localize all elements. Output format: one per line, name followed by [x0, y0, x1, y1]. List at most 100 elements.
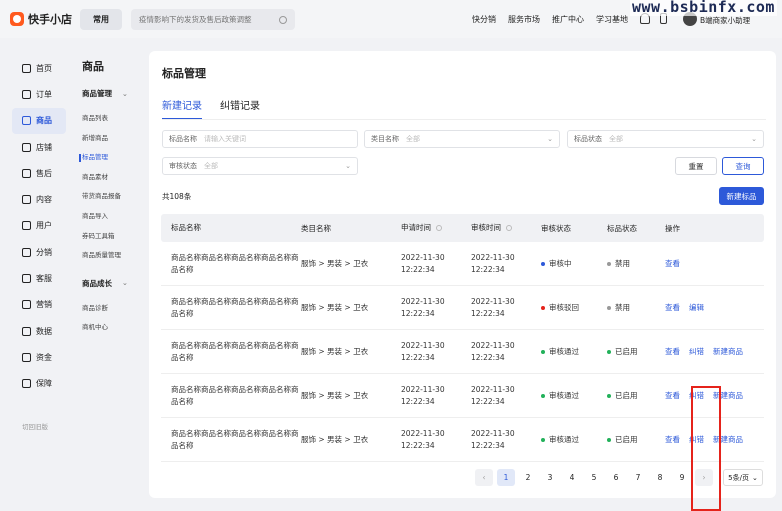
header-label: 申请时间 — [401, 223, 431, 232]
brand-logo[interactable]: 快手小店 — [10, 11, 72, 27]
subnav-group-goods-management[interactable]: 商品管理 ⌄ — [82, 88, 148, 99]
subnav-item-coupon-tools[interactable]: 券码工具箱 — [76, 227, 148, 247]
sidebar-item-home[interactable]: 首页 — [12, 55, 66, 81]
tab-correction-records[interactable]: 纠错记录 — [220, 97, 260, 120]
page-number-button[interactable]: 5 — [585, 469, 603, 486]
primary-sidebar: 首页 订单 商品 店铺 售后 内容 用户 分销 客服 营销 数据 资金 保障 — [12, 55, 66, 397]
user-name[interactable]: B端商家小助理 — [700, 15, 750, 26]
action-link[interactable]: 新建商品 — [713, 346, 743, 357]
search-input[interactable] — [139, 15, 279, 24]
table-row: 商品名称商品名称商品名称商品名称商品名称 服饰 > 男装 > 卫衣 2022-1… — [161, 330, 764, 374]
action-link[interactable]: 查看 — [665, 390, 680, 401]
page-number-button[interactable]: 7 — [629, 469, 647, 486]
cell-item-status: 禁用 — [607, 302, 665, 313]
new-standard-goods-button[interactable]: 新建标品 — [719, 187, 764, 205]
cell-actions: 查看 编辑 — [665, 302, 764, 313]
subnav-item-diagnosis[interactable]: 商品诊断 — [76, 299, 148, 319]
subnav-item-goods-import[interactable]: 商品导入 — [76, 207, 148, 227]
sidebar-item-funds[interactable]: 资金 — [12, 344, 66, 370]
action-link[interactable]: 编辑 — [689, 302, 704, 313]
subnav-group-goods-growth[interactable]: 商品成长 ⌄ — [82, 278, 148, 289]
status-dot — [541, 305, 545, 310]
table-row: 商品名称商品名称商品名称商品名称商品名称 服饰 > 男装 > 卫衣 2022-1… — [161, 286, 764, 330]
page-number-button[interactable]: 8 — [651, 469, 669, 486]
page-number-button[interactable]: 2 — [519, 469, 537, 486]
sidebar-item-data[interactable]: 数据 — [12, 318, 66, 344]
audit-date: 2022-11-30 — [471, 384, 515, 394]
subnav-item-opportunity[interactable]: 商机中心 — [76, 318, 148, 338]
sidebar-item-customer-service[interactable]: 客服 — [12, 265, 66, 291]
header-audit-time[interactable]: 审核时间 — [471, 222, 541, 234]
sidebar-item-label: 订单 — [36, 89, 52, 99]
cell-category: 服饰 > 男装 > 卫衣 — [301, 391, 369, 400]
page-number-button[interactable]: 3 — [541, 469, 559, 486]
apply-time: 12:22:34 — [401, 352, 435, 362]
filter-placeholder: 全部 — [204, 162, 218, 170]
common-button[interactable]: 常用 — [80, 9, 122, 30]
filter-standard-name[interactable]: 标品名称 请输入关键词 — [162, 130, 358, 148]
page-number-button[interactable]: 9 — [673, 469, 691, 486]
item-status-text: 禁用 — [615, 259, 630, 268]
sidebar-item-store[interactable]: 店铺 — [12, 134, 66, 160]
subnav-item-goods-list[interactable]: 商品列表 — [76, 109, 148, 129]
reset-button[interactable]: 重置 — [675, 157, 717, 175]
records-table: 标品名称 类目名称 申请时间 审核时间 审核状态 标品状态 操作 商品名称商品名… — [161, 214, 764, 462]
subnav-item-goods-material[interactable]: 商品素材 — [76, 168, 148, 188]
page-number-button[interactable]: 4 — [563, 469, 581, 486]
subnav-item-standard-goods[interactable]: 标品管理 — [76, 148, 148, 168]
sidebar-item-content[interactable]: 内容 — [12, 186, 66, 212]
sidebar-item-guarantee[interactable]: 保障 — [12, 371, 66, 397]
chevron-down-icon: ⌄ — [122, 89, 128, 98]
cell-actions: 查看 纠错 新建商品 — [665, 346, 764, 357]
tab-new-records[interactable]: 新建记录 — [162, 97, 202, 120]
sidebar-item-marketing[interactable]: 营销 — [12, 292, 66, 318]
page-number-button[interactable]: 1 — [497, 469, 515, 486]
header-apply-time[interactable]: 申请时间 — [401, 222, 471, 234]
top-nav-learning[interactable]: 学习基地 — [596, 14, 628, 25]
query-button[interactable]: 查询 — [722, 157, 764, 175]
apply-time: 12:22:34 — [401, 396, 435, 406]
action-link[interactable]: 查看 — [665, 346, 680, 357]
filter-category[interactable]: 类目名称 全部 ⌄ — [364, 130, 560, 148]
subnav-item-quality[interactable]: 商品质量管理 — [76, 246, 148, 266]
subnav-item-add-goods[interactable]: 新增商品 — [76, 129, 148, 149]
cell-audit-status: 审核驳回 — [541, 302, 607, 313]
table-row: 商品名称商品名称商品名称商品名称商品名称 服饰 > 男装 > 卫衣 2022-1… — [161, 242, 764, 286]
prev-page-button[interactable]: ‹ — [475, 469, 493, 486]
audit-date: 2022-11-30 — [471, 428, 515, 438]
search-icon[interactable] — [279, 15, 287, 24]
filter-label: 审核状态 — [169, 162, 197, 170]
cell-apply-time: 2022-11-30 12:22:34 — [401, 252, 471, 276]
action-link[interactable]: 纠错 — [689, 346, 704, 357]
filter-audit-status[interactable]: 审核状态 全部 ⌄ — [162, 157, 358, 175]
action-link[interactable]: 查看 — [665, 434, 680, 445]
sidebar-item-aftersale[interactable]: 售后 — [12, 160, 66, 186]
action-link[interactable]: 查看 — [665, 302, 680, 313]
status-dot — [607, 437, 611, 442]
subnav-item-goods-report[interactable]: 带货商品报备 — [76, 187, 148, 207]
sidebar-item-users[interactable]: 用户 — [12, 213, 66, 239]
table-row: 商品名称商品名称商品名称商品名称商品名称 服饰 > 男装 > 卫衣 2022-1… — [161, 418, 764, 462]
search-box[interactable] — [131, 9, 295, 30]
page-number-button[interactable]: 6 — [607, 469, 625, 486]
cell-name: 商品名称商品名称商品名称商品名称商品名称 — [171, 252, 299, 274]
sidebar-item-orders[interactable]: 订单 — [12, 81, 66, 107]
header-name: 标品名称 — [171, 223, 201, 232]
switch-old-version-link[interactable]: 切回旧版 — [22, 421, 48, 431]
audit-date: 2022-11-30 — [471, 340, 515, 350]
next-page-button[interactable]: › — [695, 469, 713, 486]
action-link[interactable]: 查看 — [665, 258, 680, 269]
filter-standard-status[interactable]: 标品状态 全部 ⌄ — [567, 130, 764, 148]
apply-time: 12:22:34 — [401, 264, 435, 274]
top-nav-service-market[interactable]: 服务市场 — [508, 14, 540, 25]
cell-audit-time: 2022-11-30 12:22:34 — [471, 428, 541, 452]
filter-placeholder[interactable]: 请输入关键词 — [204, 134, 246, 144]
sidebar-item-goods[interactable]: 商品 — [12, 107, 66, 134]
sidebar-item-distribution[interactable]: 分销 — [12, 239, 66, 265]
chevron-down-icon: ⌄ — [345, 162, 351, 170]
subnav-group-label: 商品管理 — [82, 89, 112, 98]
apply-date: 2022-11-30 — [401, 428, 445, 438]
page-size-select[interactable]: 5条/页 ⌄ — [723, 469, 763, 486]
top-nav-fenxiao[interactable]: 快分销 — [472, 14, 496, 25]
top-nav-promotion[interactable]: 推广中心 — [552, 14, 584, 25]
